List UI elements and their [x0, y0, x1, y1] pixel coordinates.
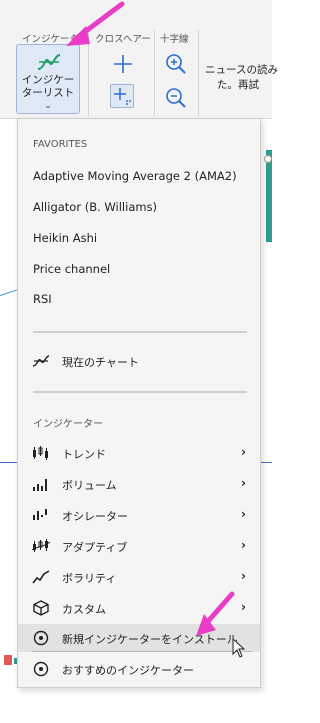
chevron-right-icon: › — [241, 507, 246, 521]
hover-underline — [32, 651, 252, 652]
menu-item-label: ボラリティ — [62, 572, 117, 585]
menu-divider — [33, 391, 247, 393]
favorite-item[interactable]: RSI — [33, 292, 52, 306]
favorite-item[interactable]: Heikin Ashi — [33, 231, 97, 245]
mouse-cursor-icon — [232, 638, 246, 658]
zoom-out-button[interactable] — [164, 86, 188, 110]
favorite-item[interactable]: Alligator (B. Williams) — [33, 200, 157, 214]
menu-item-label: カスタム — [62, 603, 106, 616]
group-label-cross: 十字線 — [160, 34, 189, 45]
volume-icon — [33, 479, 47, 491]
menu-item-trend[interactable]: トレンド › — [18, 439, 260, 467]
annotation-arrow-icon — [196, 591, 235, 636]
indicator-button-label-1: インジケー — [21, 74, 75, 86]
zoom-out-icon — [166, 88, 186, 108]
favorite-item[interactable]: Adaptive Moving Average 2 (AMA2) — [33, 169, 237, 183]
menu-item-label: ボリューム — [62, 479, 117, 492]
chevron-right-icon: › — [241, 538, 246, 552]
zoom-in-icon — [166, 54, 186, 74]
chevron-down-icon: ⌄ — [44, 101, 52, 111]
chevron-right-icon: › — [241, 445, 246, 459]
menu-item-adaptive[interactable]: アダプティブ › — [18, 532, 260, 560]
favorite-item[interactable]: Price channel — [33, 262, 110, 276]
ribbon-separator — [154, 30, 155, 116]
indicator-list-button[interactable]: インジケー ターリスト ⌄ — [16, 44, 80, 114]
indicator-button-label-2: ターリスト — [21, 87, 75, 99]
cube-icon — [33, 600, 49, 616]
oscillator-icon — [33, 509, 47, 520]
menu-item-label: オシレーター — [62, 510, 128, 523]
trend-icon — [33, 446, 48, 460]
indicators-header: インジケーター — [33, 419, 103, 430]
zoom-in-button[interactable] — [164, 52, 188, 76]
menu-item-oscillator[interactable]: オシレーター › — [18, 501, 260, 529]
chart-candle-bearish — [4, 655, 12, 665]
menu-item-label: 現在のチャート — [62, 356, 139, 369]
menu-item-label: アダプティブ — [62, 541, 128, 554]
menu-divider — [33, 331, 247, 333]
indicator-curve-icon — [32, 355, 50, 367]
ribbon-toolbar: インジケーター クロスヘアー 十字線 インジケー ターリスト ⌄ ニュースの読み… — [0, 0, 278, 119]
chevron-right-icon: › — [241, 600, 246, 614]
menu-item-recommended-indicators[interactable]: おすすめのインジケーター — [18, 655, 260, 683]
chevron-right-icon: › — [241, 476, 246, 490]
menu-item-volume[interactable]: ボリューム › — [18, 470, 260, 498]
menu-item-volatility[interactable]: ボラリティ › — [18, 563, 260, 591]
chevron-right-icon: › — [241, 569, 246, 583]
news-message-line-1: ニュースの読み — [205, 64, 278, 76]
menu-item-label: トレンド — [62, 448, 106, 461]
menu-item-label: おすすめのインジケーター — [62, 664, 194, 677]
chart-volume-bar — [266, 150, 272, 242]
adaptive-icon — [32, 539, 50, 552]
volatility-icon — [32, 570, 50, 584]
target-icon — [33, 661, 49, 677]
crosshair-snap-button[interactable] — [110, 84, 134, 108]
ribbon-separator — [198, 30, 199, 116]
annotation-arrow-icon — [66, 1, 125, 46]
indicator-curve-icon — [37, 54, 61, 70]
crosshair-icon — [114, 55, 132, 73]
news-message-line-2: た。再試 — [217, 79, 259, 91]
crosshair-snap-icon — [114, 88, 131, 105]
target-icon — [33, 630, 49, 646]
favorites-header: FAVORITES — [33, 139, 88, 150]
crosshair-button[interactable] — [111, 52, 135, 76]
menu-item-current-chart[interactable]: 現在のチャート — [18, 347, 260, 375]
chart-marker — [264, 155, 272, 163]
